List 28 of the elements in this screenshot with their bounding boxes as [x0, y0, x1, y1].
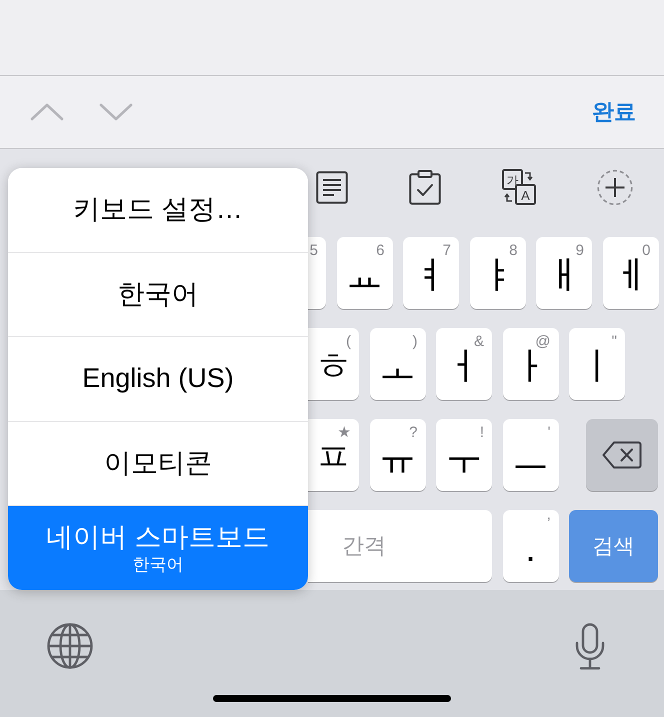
- menu-item[interactable]: 이모티콘: [8, 420, 308, 506]
- keyboard-key[interactable]: ) ㅗ: [370, 328, 426, 400]
- keyboard-key[interactable]: ! ㅜ: [436, 419, 492, 491]
- keyboard-key[interactable]: 7 ㅕ: [403, 237, 459, 309]
- menu-item[interactable]: 네이버 스마트보드 한국어: [8, 505, 308, 590]
- keyboard-key[interactable]: & ㅓ: [436, 328, 492, 400]
- keyboard-key[interactable]: ’ .: [502, 510, 558, 582]
- microphone-icon[interactable]: [575, 623, 605, 670]
- keyboard-key[interactable]: ' ㅡ: [502, 419, 558, 491]
- menu-item[interactable]: 한국어: [8, 252, 308, 336]
- backspace-icon: [602, 441, 642, 469]
- keyboard-key[interactable]: ? ㅠ: [370, 419, 426, 491]
- keyboard-key[interactable]: ★ ㅍ: [308, 419, 359, 491]
- backspace-key[interactable]: [586, 419, 658, 491]
- keyboard-key[interactable]: @ ㅏ: [502, 328, 558, 400]
- globe-icon[interactable]: [47, 623, 93, 669]
- document-icon[interactable]: [316, 170, 348, 204]
- menu-item[interactable]: English (US): [8, 336, 308, 421]
- clipboard-check-icon[interactable]: [409, 170, 441, 204]
- keyboard-key[interactable]: ( ㅎ: [308, 328, 359, 400]
- keyboard-key[interactable]: " ㅣ: [569, 328, 625, 400]
- keyboard-key[interactable]: 8 ㅑ: [470, 237, 526, 309]
- keyboard-key[interactable]: 6 ㅛ: [336, 237, 392, 309]
- keyboard-key[interactable]: 9 ㅐ: [536, 237, 592, 309]
- keyboard-key[interactable]: 0 ㅔ: [602, 237, 658, 309]
- plus-circle-icon[interactable]: [597, 168, 633, 206]
- done-button[interactable]: 완료: [592, 98, 636, 126]
- menu-item[interactable]: 키보드 설정…: [8, 168, 308, 252]
